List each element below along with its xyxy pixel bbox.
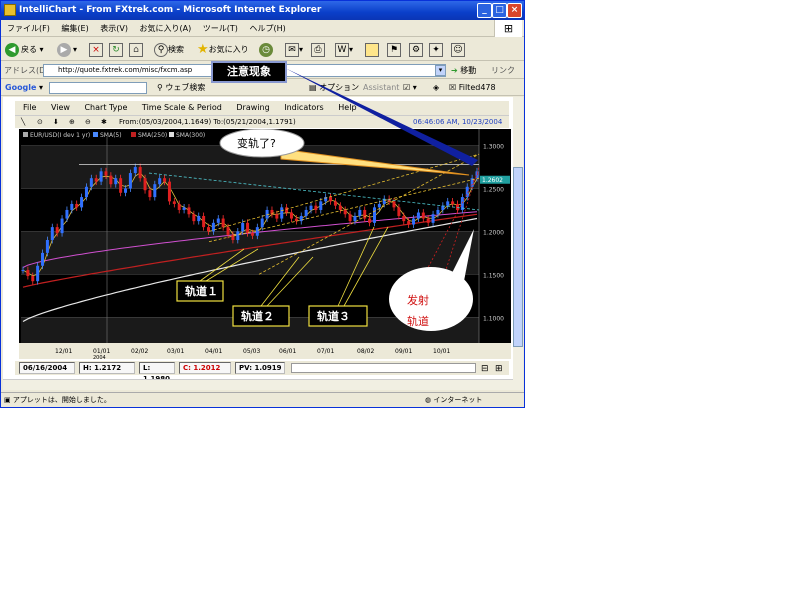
caution-label: 注意现象 [227,65,271,78]
caution-arrow [285,68,478,166]
caution-label-box: 注意现象 [211,61,287,83]
caution-arrow-overlay [285,68,478,166]
